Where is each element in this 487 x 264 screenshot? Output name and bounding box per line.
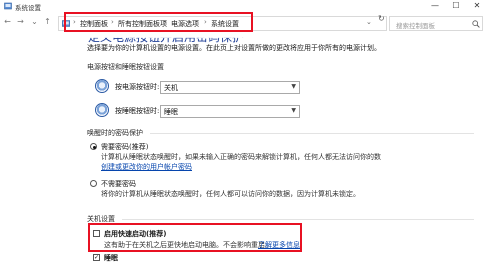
power-button-select[interactable]: 关机 ▼ — [160, 81, 300, 94]
recent-locations-chevron-icon[interactable]: ⌄ — [30, 17, 39, 26]
chevron-down-icon: ▼ — [291, 107, 296, 114]
section-divider — [122, 219, 474, 220]
refresh-icon[interactable]: ↻ — [378, 14, 385, 23]
sleep-button-icon — [95, 103, 109, 117]
section-wake-password: 唤醒时的密码保护 — [87, 129, 143, 137]
radio-selected-dot — [92, 145, 96, 149]
search-box[interactable]: 搜索控制面板 — [389, 16, 483, 31]
section-divider — [150, 133, 474, 134]
forward-arrow-icon[interactable]: → — [16, 17, 25, 26]
back-arrow-icon[interactable]: ← — [3, 17, 12, 26]
no-password-description: 将你的计算机从睡眠状态唤醒时，任何人都可以访问你的数据，因为计算机未锁定。 — [101, 190, 360, 198]
section-power-buttons: 电源按钮和睡眠按钮设置 — [87, 63, 164, 71]
breadcrumb-highlight-box — [64, 12, 253, 32]
require-password-label[interactable]: 需要密码(推荐) — [101, 142, 148, 152]
intro-text: 选择要为你的计算机设置的电源设置。在此页上对设置所做的更改将应用于你所有的电源计… — [87, 44, 381, 52]
fast-startup-highlight-box — [88, 223, 302, 252]
search-placeholder: 搜索控制面板 — [396, 22, 435, 30]
title-bar: 系统设置 — ☐ ✕ — [0, 0, 487, 12]
chevron-down-icon: ▼ — [291, 83, 296, 90]
power-button-icon — [95, 79, 109, 93]
power-button-label: 按电源按钮时: — [115, 83, 160, 91]
sleep-option-label[interactable]: 睡眠 — [104, 253, 118, 263]
settings-window-icon — [4, 2, 12, 10]
require-password-radio[interactable] — [90, 143, 97, 150]
no-password-radio[interactable] — [90, 180, 97, 187]
up-arrow-icon[interactable]: ↑ — [43, 17, 52, 26]
address-dropdown-icon[interactable]: ⌄ — [366, 18, 372, 26]
sleep-checkbox[interactable]: ✓ — [93, 254, 100, 261]
change-password-link[interactable]: 创建或更改你的用户帐户密码 — [101, 162, 192, 172]
search-icon[interactable] — [472, 20, 480, 28]
minimize-button[interactable]: — — [426, 0, 444, 12]
sleep-button-select[interactable]: 睡眠 ▼ — [160, 105, 300, 118]
maximize-button[interactable]: ☐ — [447, 0, 465, 12]
power-button-value: 关机 — [164, 84, 178, 92]
window-title: 系统设置 — [15, 4, 41, 12]
require-password-description: 计算机从睡眠状态唤醒时，如果未输入正确的密码来解锁计算机，任何人都无法访问你的数 — [101, 153, 381, 161]
close-button[interactable]: ✕ — [468, 0, 486, 12]
no-password-label[interactable]: 不需要密码 — [101, 179, 136, 189]
sleep-button-value: 睡眠 — [164, 108, 178, 116]
sleep-button-label: 按睡眠按钮时: — [115, 107, 160, 115]
